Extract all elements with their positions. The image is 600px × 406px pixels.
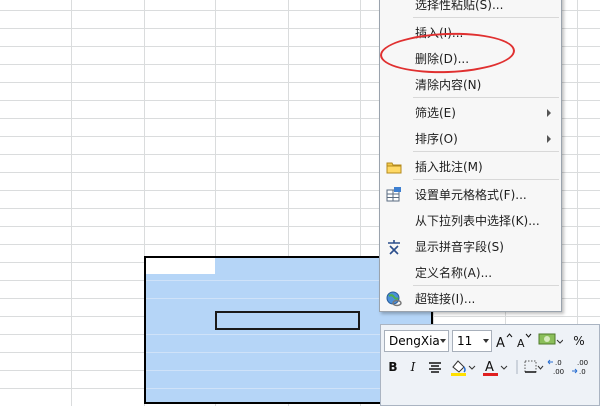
menu-item-label: 筛选(E) [415, 106, 456, 120]
bold-button[interactable]: B [385, 357, 401, 377]
money-icon [538, 333, 564, 345]
svg-text:A: A [496, 336, 505, 351]
font-color-icon: A [483, 360, 508, 376]
menu-item-label: 插入批注(M) [415, 160, 483, 174]
mini-toolbar: DengXia 11 A A % B I A .0 .00 .00 .0 [380, 324, 600, 406]
toolbar-separator [513, 357, 521, 377]
font-size-value: 11 [457, 334, 473, 348]
chevron-down-icon [440, 339, 446, 343]
chevron-down-icon [483, 339, 489, 343]
menu-item-paste-special[interactable]: 选择性粘贴(S)... [380, 0, 561, 17]
menu-item-label: 清除内容(N) [415, 78, 482, 92]
grid-col-line [71, 0, 72, 406]
phonetic-wen-icon [388, 240, 400, 255]
menu-item-label: 从下拉列表中选择(K)... [415, 214, 540, 228]
shrink-font-icon: A [517, 333, 532, 350]
center-align-button[interactable] [427, 357, 443, 377]
increase-decimal-button[interactable]: .0 .00 [547, 357, 569, 377]
font-name-value: DengXia [389, 334, 440, 348]
svg-text:A: A [485, 360, 494, 375]
bold-label: B [388, 360, 398, 374]
increase-font-size-button[interactable]: A [495, 331, 513, 351]
svg-text:A: A [517, 337, 525, 350]
italic-label: I [410, 360, 416, 374]
menu-item-label: 排序(O) [415, 132, 458, 146]
menu-item-filter[interactable]: 筛选(E) [380, 101, 561, 125]
active-cell[interactable] [146, 258, 215, 274]
fill-color-button[interactable] [449, 357, 477, 377]
svg-text:.0: .0 [579, 368, 586, 376]
menu-item-pick-from-list[interactable]: 从下拉列表中选择(K)... [380, 209, 561, 233]
decrease-decimal-button[interactable]: .00 .0 [571, 357, 593, 377]
menu-separator [413, 97, 559, 98]
percent-label: % [573, 334, 585, 348]
comment-folder-icon [386, 162, 402, 174]
menu-item-label: 定义名称(A)... [415, 266, 493, 280]
accounting-format-button[interactable] [537, 331, 564, 351]
submenu-arrow-icon [547, 135, 551, 143]
submenu-arrow-icon [547, 109, 551, 117]
svg-text:.00: .00 [577, 359, 588, 367]
italic-button[interactable]: I [405, 357, 421, 377]
menu-item-label: 显示拼音字段(S) [415, 240, 504, 254]
menu-separator [413, 151, 559, 152]
menu-item-clear-contents[interactable]: 清除内容(N) [380, 73, 561, 97]
decrease-decimal-icon: .00 .0 [572, 359, 588, 376]
menu-item-hyperlink[interactable]: 超链接(I)... [380, 287, 561, 311]
menu-item-show-phonetic[interactable]: 显示拼音字段(S) [380, 235, 561, 259]
menu-item-sort[interactable]: 排序(O) [380, 127, 561, 151]
bordered-cell-range [215, 311, 360, 330]
font-size-combo[interactable]: 11 [452, 330, 492, 352]
font-color-button[interactable]: A [481, 357, 509, 377]
menu-separator [413, 179, 559, 180]
decrease-font-size-button[interactable]: A [515, 331, 533, 351]
percent-style-button[interactable]: % [571, 331, 587, 351]
menu-item-format-cells[interactable]: 设置单元格格式(F)... [380, 183, 561, 207]
separator-icon [516, 360, 518, 374]
menu-item-insert-comment[interactable]: 插入批注(M) [380, 155, 561, 179]
format-cells-icon [386, 187, 401, 202]
increase-decimal-icon: .0 .00 [547, 359, 564, 376]
align-center-icon [429, 362, 441, 373]
borders-icon [524, 360, 544, 373]
borders-button[interactable] [523, 357, 545, 377]
svg-text:.00: .00 [553, 368, 564, 376]
menu-separator [413, 285, 559, 286]
menu-item-define-name[interactable]: 定义名称(A)... [380, 261, 561, 285]
menu-item-label: 设置单元格格式(F)... [415, 188, 527, 202]
hyperlink-globe-icon [386, 291, 402, 307]
grow-font-icon: A [496, 333, 513, 351]
font-name-combo[interactable]: DengXia [384, 330, 449, 352]
menu-item-label: 选择性粘贴(S)... [415, 0, 504, 12]
menu-item-label: 超链接(I)... [415, 292, 476, 306]
svg-text:.0: .0 [555, 359, 562, 367]
menu-separator [413, 17, 559, 18]
fill-bucket-icon [451, 360, 476, 376]
